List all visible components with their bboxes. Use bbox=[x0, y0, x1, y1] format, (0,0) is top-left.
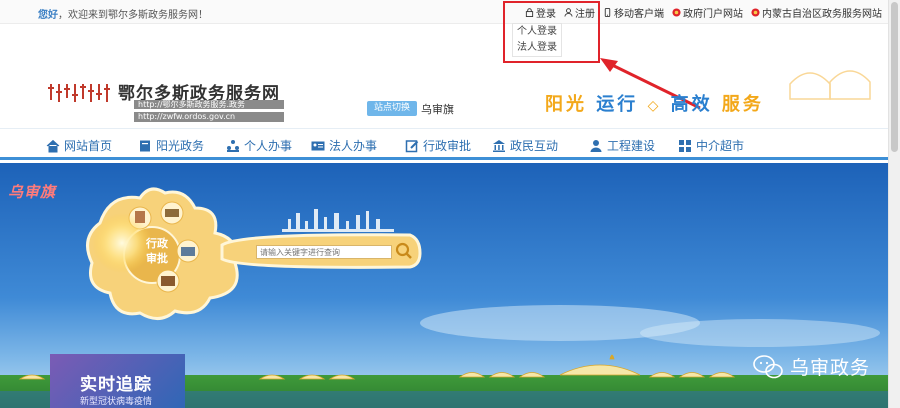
mongolian-script-logo bbox=[48, 84, 110, 102]
nav-item-admin-approval[interactable]: 行政审批 bbox=[405, 137, 471, 154]
book-icon bbox=[140, 140, 150, 151]
nav-label: 政民互动 bbox=[510, 139, 559, 153]
seal-line-2: 审批 bbox=[146, 252, 168, 265]
building-icon bbox=[493, 139, 505, 152]
current-site-name: 乌审旗 bbox=[421, 103, 454, 116]
search-icon[interactable] bbox=[394, 241, 414, 261]
yurt-decoration bbox=[789, 70, 871, 100]
people-icon bbox=[227, 139, 239, 152]
nav-label: 网站首页 bbox=[64, 139, 113, 153]
slogan-diamond: ◇ bbox=[647, 98, 662, 114]
mobile-client-link[interactable]: 移动客户端 bbox=[603, 5, 664, 20]
promo-subtitle: 新型冠状病毒疫情 bbox=[80, 397, 153, 407]
county-name-tag: 乌审旗 bbox=[8, 183, 57, 201]
nav-label: 工程建设 bbox=[607, 139, 656, 153]
wechat-account-name: 乌审政务 bbox=[790, 357, 871, 379]
main-nav: 网站首页 阳光政务 个人办事 法人办事 行政审批 政民互动 工程建设 中介超市 bbox=[0, 128, 888, 160]
nav-item-home[interactable]: 网站首页 bbox=[46, 137, 112, 154]
top-bar: 您好，欢迎来到鄂尔多斯政务服务网！ 登录 注册 移动客户端 政府门户网站 内蒙古… bbox=[0, 0, 888, 24]
site-switch-button[interactable]: 站点切换 bbox=[367, 101, 417, 116]
nav-label: 行政审批 bbox=[423, 139, 472, 153]
scrollbar-thumb[interactable] bbox=[891, 2, 898, 152]
nav-label: 中介超市 bbox=[696, 139, 745, 153]
page-scrollbar[interactable] bbox=[888, 0, 900, 408]
nav-item-agency-market[interactable]: 中介超市 bbox=[678, 137, 744, 154]
slogan: 阳光 运行 ◇ 高效 服务 bbox=[545, 90, 764, 116]
seal-line-1: 行政 bbox=[146, 237, 168, 250]
emblem-icon bbox=[672, 8, 681, 17]
emblem-icon bbox=[751, 8, 760, 17]
nav-label: 个人办事 bbox=[244, 139, 293, 153]
hero-banner: 乌审旗 行政 审批 实时追踪 新型冠状病毒疫情 乌审政务 bbox=[0, 163, 888, 408]
nav-label: 法人办事 bbox=[329, 139, 378, 153]
header: 鄂尔多斯政务服务网 http://鄂尔多斯政务服务.政务 http://zwfw… bbox=[0, 24, 888, 128]
welcome-message: 您好，欢迎来到鄂尔多斯政务服务网！ bbox=[38, 6, 208, 21]
gov-portal-link[interactable]: 政府门户网站 bbox=[672, 5, 743, 20]
wechat-watermark: 乌审政务 bbox=[750, 353, 870, 380]
user-icon bbox=[590, 139, 602, 152]
page: 您好，欢迎来到鄂尔多斯政务服务网！ 登录 注册 移动客户端 政府门户网站 内蒙古… bbox=[0, 0, 900, 408]
welcome-text: ，欢迎来到鄂尔多斯政务服务网！ bbox=[58, 10, 208, 21]
slogan-word: 高效 bbox=[670, 94, 713, 115]
slogan-word: 服务 bbox=[721, 94, 764, 115]
search-input[interactable] bbox=[256, 245, 392, 259]
slogan-word: 运行 bbox=[596, 94, 639, 115]
nav-item-interaction[interactable]: 政民互动 bbox=[492, 137, 558, 154]
region-site-link[interactable]: 内蒙古自治区政务服务网站 bbox=[751, 5, 882, 20]
region-site-label: 内蒙古自治区政务服务网站 bbox=[762, 9, 882, 20]
promo-title: 实时追踪 bbox=[80, 375, 152, 395]
edit-icon bbox=[405, 139, 419, 152]
phone-icon bbox=[604, 8, 611, 17]
nav-item-sunshine-gov[interactable]: 阳光政务 bbox=[138, 137, 204, 154]
nav-item-personal-affairs[interactable]: 个人办事 bbox=[226, 137, 292, 154]
slogan-word: 阳光 bbox=[545, 94, 587, 115]
home-icon bbox=[46, 139, 60, 152]
covid-tracking-promo[interactable]: 实时追踪 新型冠状病毒疫情 bbox=[50, 354, 185, 408]
gov-portal-label: 政府门户网站 bbox=[683, 9, 743, 20]
site-subtitle: http://鄂尔多斯政务服务.政务 bbox=[134, 100, 284, 109]
nav-label: 阳光政务 bbox=[156, 139, 205, 153]
site-url: http://zwfw.ordos.gov.cn bbox=[134, 112, 284, 122]
mobile-client-label: 移动客户端 bbox=[614, 9, 664, 20]
nav-item-engineering[interactable]: 工程建设 bbox=[589, 137, 655, 154]
id-card-icon bbox=[311, 141, 325, 150]
grid-icon bbox=[679, 139, 691, 152]
welcome-greeting: 您好 bbox=[38, 10, 58, 21]
nav-item-corporate-affairs[interactable]: 法人办事 bbox=[311, 137, 377, 154]
